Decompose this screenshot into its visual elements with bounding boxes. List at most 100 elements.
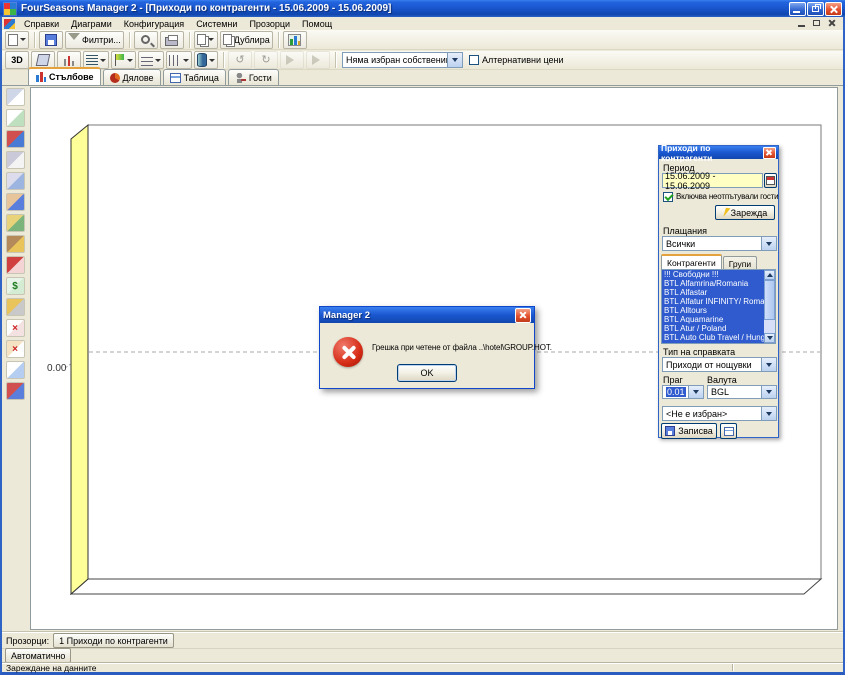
list-item[interactable]: BTL Alfatur INFINITY/ Romani [662,297,764,306]
storno-icon[interactable]: × [6,319,25,337]
print-preview-button[interactable] [134,31,158,49]
folder-payments-icon[interactable] [6,214,25,232]
calendar-button[interactable] [764,173,777,188]
automatic-button[interactable]: Автоматично [5,648,71,663]
color-chart-icon[interactable] [6,130,25,148]
guests-icon[interactable] [6,193,25,211]
chevron-down-icon[interactable] [447,53,462,67]
minimize-button[interactable] [789,2,806,16]
chevron-down-icon [183,59,189,65]
labels-button[interactable] [111,51,136,69]
load-button[interactable]: Зарежда [715,205,775,220]
documents-icon[interactable] [6,172,25,190]
speaker-icon [286,55,299,65]
floppy-icon [665,426,675,436]
cash-register-icon[interactable] [6,151,25,169]
filters-button[interactable]: Филтри... [65,31,124,49]
save-report-button[interactable]: Записва [661,423,717,439]
print-button[interactable] [160,31,184,49]
payments-combobox[interactable]: Всички [662,236,777,251]
statistics-icon[interactable] [6,382,25,400]
menu-diagrami[interactable]: Диаграми [65,18,118,30]
menu-sistemni[interactable]: Системни [190,18,243,30]
3d-toggle-button[interactable]: 3D [5,51,29,69]
panel-titlebar: Приходи по контрагенти [659,146,778,159]
edit-table-icon[interactable] [6,361,25,379]
close-button[interactable] [825,2,842,16]
menu-pomosht[interactable]: Помощ [296,18,338,30]
list-item[interactable]: BTL Auto Club Travel / Hunga [662,333,764,342]
left-icon-strip: $ × × [3,88,27,400]
room-plan-icon[interactable] [6,88,25,106]
currency-icon[interactable]: $ [6,277,25,295]
menu-konfiguraciya[interactable]: Конфигурация [118,18,190,30]
duplicate-button[interactable]: Дублира [220,31,273,49]
panel-close-button[interactable] [763,147,776,159]
chevron-down-icon [208,38,214,44]
menu-prozorci[interactable]: Прозорци [243,18,296,30]
list-item[interactable]: BTL Alfamrina/Romania [662,279,764,288]
tab-shares[interactable]: Дялове [103,69,161,85]
scrollbar-thumb[interactable] [764,280,775,320]
owner-combobox[interactable]: Няма избран собственици [342,52,463,68]
mdi-close-button[interactable] [825,18,839,29]
h-gridlines-button[interactable] [138,51,164,69]
chevron-down-icon [100,59,106,65]
sound-right-button[interactable] [306,51,330,69]
chevron-down-icon[interactable] [761,386,776,398]
chevron-down-icon[interactable] [688,386,703,398]
new-report-button[interactable] [5,31,29,49]
export-icon[interactable] [6,109,25,127]
duplicate-icon [223,34,232,45]
dialog-close-button[interactable] [515,308,531,323]
grid-view-button[interactable] [720,423,737,439]
sound-left-button[interactable] [280,51,304,69]
table-icon [724,427,734,436]
list-item[interactable]: BTL Alfastar [662,288,764,297]
ok-button[interactable]: OK [397,364,457,382]
printer-icon [165,37,178,46]
alt-prices-checkbox[interactable] [469,55,479,65]
menu-spravki[interactable]: Справки [18,18,65,30]
v-gridlines-button[interactable] [166,51,192,69]
profile-combobox[interactable]: <Не е избран> [662,406,777,421]
tab-guests[interactable]: Гости [228,69,279,85]
contragents-listbox[interactable]: !!! Свободни !!! BTL Alfamrina/Romania B… [661,269,776,344]
tab-groups[interactable]: Групи [723,256,757,270]
currency-combobox[interactable]: BGL [707,385,777,399]
mdi-restore-button[interactable] [810,18,824,29]
ledger-icon[interactable] [6,235,25,253]
series-style-button[interactable] [194,51,218,69]
period-field[interactable]: 15.06.2009 - 15.06.2009 [662,173,763,188]
window-title: FourSeasons Manager 2 - [Приходи по конт… [21,3,788,14]
threshold-combobox[interactable]: 0.01 [662,385,704,399]
list-item[interactable]: BTL Aquamarine [662,315,764,324]
error-icon [333,337,363,367]
tab-contragents[interactable]: Контрагенти [661,254,722,270]
scroll-up-icon[interactable] [764,270,775,280]
report-type-combobox[interactable]: Приходи от нощувки [662,357,777,372]
window-1-button[interactable]: 1 Приходи по контрагенти [53,633,174,648]
rotate-ccw-button[interactable]: ↺ [228,51,252,69]
payments-icon[interactable] [6,298,25,316]
include-guests-checkbox[interactable] [663,192,673,202]
chevron-down-icon[interactable] [761,237,776,250]
list-item[interactable]: !!! Свободни !!! [662,270,764,279]
tab-columns[interactable]: Стълбове [28,67,101,85]
mdi-minimize-button[interactable] [795,18,809,29]
occupancy-grid-icon[interactable] [6,256,25,274]
restore-button[interactable] [807,2,824,16]
tab-table[interactable]: Таблица [163,69,226,85]
rotate-cw-button[interactable]: ↻ [254,51,278,69]
list-scrollbar[interactable] [764,270,775,343]
list-item[interactable]: BTL Alltours [662,306,764,315]
report-chart-button[interactable] [283,31,307,49]
copy-button[interactable] [194,31,218,49]
scroll-down-icon[interactable] [764,333,775,343]
list-item[interactable]: BTL Atur / Poland [662,324,764,333]
save-button[interactable] [39,31,63,49]
chevron-down-icon[interactable] [761,407,776,420]
storno-payment-icon[interactable]: × [6,340,25,358]
chevron-down-icon[interactable] [761,358,776,371]
list-item-clipped[interactable] [662,342,764,343]
